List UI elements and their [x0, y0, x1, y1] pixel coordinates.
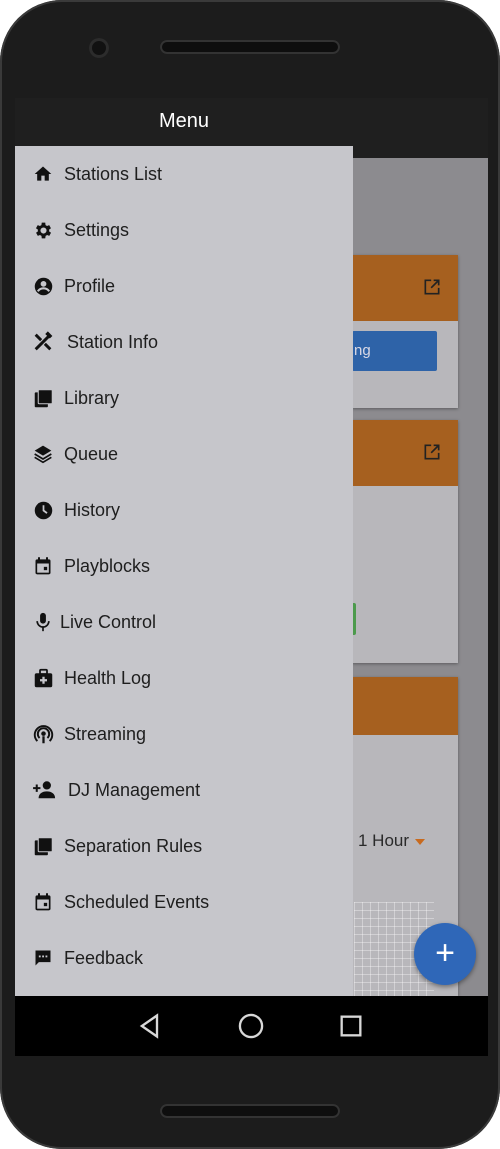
menu-item-label: Scheduled Events [64, 891, 210, 912]
menu-item-label: Library [64, 387, 120, 408]
phone-frame: ng 1 Hour + Menu Stations List Settings … [0, 0, 500, 1149]
menu-item-label: Health Log [64, 667, 152, 688]
tools-icon [32, 331, 54, 353]
menu-item-library[interactable]: Library [15, 370, 353, 426]
medical-bag-icon [32, 667, 54, 689]
menu-item-feedback[interactable]: Feedback [15, 930, 353, 986]
menu-item-queue[interactable]: Queue [15, 426, 353, 482]
back-icon[interactable] [136, 1012, 164, 1040]
add-person-icon [32, 779, 58, 801]
menu-item-separation-rules[interactable]: Separation Rules [15, 818, 353, 874]
microphone-icon [32, 611, 54, 633]
menu-item-playblocks[interactable]: Playblocks [15, 538, 353, 594]
menu-item-settings[interactable]: Settings [15, 202, 353, 258]
card-live [352, 420, 458, 663]
menu-item-label: Live Control [60, 611, 157, 632]
menu-item-label: Stations List [64, 163, 163, 184]
system-nav-bar [15, 996, 488, 1056]
menu-item-label: History [64, 499, 121, 520]
clock-icon [32, 499, 54, 521]
menu-item-label: DJ Management [68, 779, 201, 800]
menu-item-station-info[interactable]: Station Info [15, 314, 353, 370]
navigation-drawer: Menu Stations List Settings Profile Stat… [15, 98, 353, 996]
feedback-icon [32, 947, 54, 969]
calendar-icon [32, 555, 54, 577]
menu-item-health-log[interactable]: Health Log [15, 650, 353, 706]
menu-item-live-control[interactable]: Live Control [15, 594, 353, 650]
account-circle-icon [32, 275, 54, 297]
bottom-speaker [160, 1104, 340, 1118]
drawer-title: Menu [15, 98, 353, 146]
layers-icon [32, 443, 54, 465]
menu-item-label: Queue [64, 443, 119, 464]
menu-item-scheduled-events[interactable]: Scheduled Events [15, 874, 353, 930]
menu-item-label: Streaming [64, 723, 147, 744]
menu-item-label: Feedback [64, 947, 144, 968]
screen: ng 1 Hour + Menu Stations List Settings … [15, 98, 488, 1056]
time-range-select[interactable]: 1 Hour [358, 831, 426, 851]
gear-icon [32, 219, 54, 241]
add-fab-button[interactable]: + [414, 923, 476, 985]
time-range-value: 1 Hour [358, 831, 410, 850]
calendar-icon [32, 891, 54, 913]
menu-item-label: Station Info [67, 331, 159, 352]
partial-action-button[interactable]: ng [352, 331, 437, 371]
library-icon [32, 387, 54, 409]
menu-item-label: Playblocks [64, 555, 151, 576]
menu-item-history[interactable]: History [15, 482, 353, 538]
menu-item-streaming[interactable]: Streaming [15, 706, 353, 762]
recents-square-icon[interactable] [337, 1012, 365, 1040]
dropdown-caret-icon [415, 838, 426, 845]
menu-item-label: Profile [64, 275, 116, 296]
home-icon [32, 163, 54, 185]
open-external-icon[interactable] [422, 442, 442, 462]
open-external-icon[interactable] [422, 277, 442, 297]
library-icon [32, 835, 54, 857]
front-camera [89, 38, 109, 58]
menu-item-stations-list[interactable]: Stations List [15, 146, 353, 202]
home-circle-icon[interactable] [237, 1012, 265, 1040]
menu-item-profile[interactable]: Profile [15, 258, 353, 314]
menu-item-label: Settings [64, 219, 130, 240]
menu-item-label: Separation Rules [64, 835, 203, 856]
menu-item-dj-management[interactable]: DJ Management [15, 762, 353, 818]
earpiece-speaker [160, 40, 340, 54]
podcast-icon [32, 723, 54, 745]
